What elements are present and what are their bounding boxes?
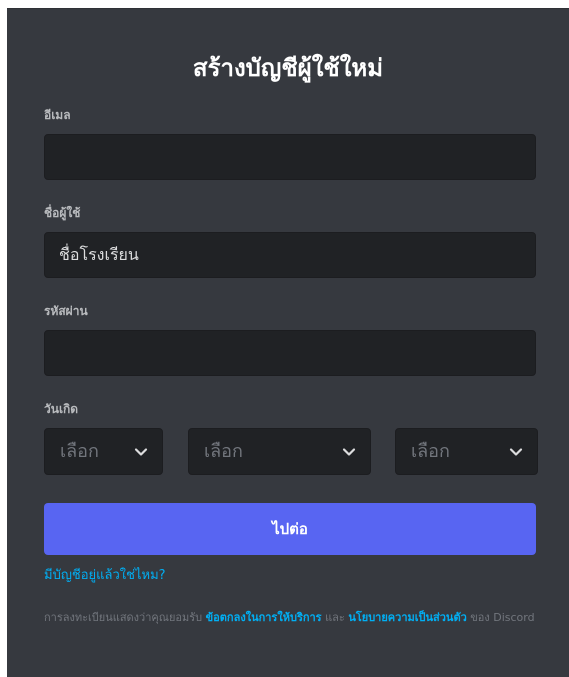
register-panel: สร้างบัญชีผู้ใช้ใหม่ อีเมล ชื่อผู้ใช้ รห… — [7, 8, 569, 677]
username-label: ชื่อผู้ใช้ — [44, 206, 81, 220]
month-select-placeholder: เลือก — [60, 441, 99, 461]
year-select-placeholder: เลือก — [411, 441, 450, 461]
privacy-policy-link[interactable]: นโยบายความเป็นส่วนตัว — [348, 611, 466, 624]
email-field[interactable] — [44, 134, 536, 180]
email-label: อีเมล — [44, 108, 71, 122]
year-select[interactable]: เลือก — [395, 428, 538, 475]
page-title: สร้างบัญชีผู้ใช้ใหม่ — [192, 54, 384, 82]
chevron-down-icon — [342, 448, 356, 456]
birthdate-label: วันเกิด — [44, 402, 79, 416]
login-link[interactable]: มีบัญชีอยู่แล้วใช่ไหม? — [44, 568, 166, 584]
terms-suffix: ของ Discord — [466, 611, 535, 624]
day-select[interactable]: เลือก — [188, 428, 371, 475]
password-label: รหัสผ่าน — [44, 304, 88, 318]
chevron-down-icon — [134, 448, 148, 456]
terms-and: และ — [321, 611, 349, 624]
username-field[interactable] — [44, 232, 536, 278]
terms-text: การลงทะเบียนแสดงว่าคุณยอมรับ ข้อตกลงในกา… — [44, 610, 539, 626]
month-select[interactable]: เลือก — [44, 428, 163, 475]
chevron-down-icon — [509, 448, 523, 456]
password-field[interactable] — [44, 330, 536, 376]
terms-of-service-link[interactable]: ข้อตกลงในการให้บริการ — [206, 611, 322, 624]
continue-button[interactable]: ไปต่อ — [44, 503, 536, 555]
terms-prefix: การลงทะเบียนแสดงว่าคุณยอมรับ — [44, 611, 206, 624]
day-select-placeholder: เลือก — [204, 441, 243, 461]
